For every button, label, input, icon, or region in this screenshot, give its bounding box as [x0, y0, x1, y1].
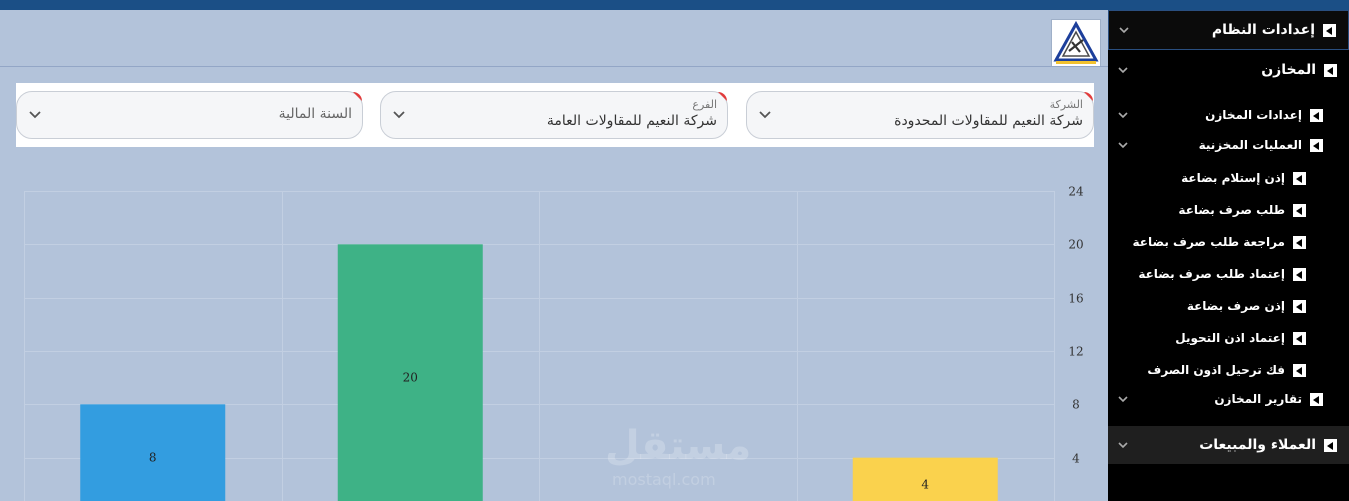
required-marker — [718, 92, 727, 101]
header-divider — [0, 66, 1108, 67]
company-select[interactable]: الشركة شركة النعيم للمقاولات المحدودة — [746, 91, 1094, 139]
company-select-label: الشركة — [1049, 98, 1083, 111]
chevron-down-icon[interactable] — [1118, 394, 1128, 404]
caret-left-icon — [1293, 171, 1306, 185]
sidebar-item-4[interactable]: إذن إستلام بضاعة — [1108, 162, 1349, 194]
sidebar-nav: إعدادات النظام المخازن إعدادات المخازن العم… — [1108, 10, 1349, 501]
bar-value-label: 4 — [921, 477, 929, 491]
sidebar-item-label: إعتماد اذن التحويل — [1175, 331, 1285, 345]
sidebar-item-label: إعتماد طلب صرف بضاعة — [1138, 267, 1285, 281]
branch-select-label: الفرع — [692, 98, 717, 111]
y-tick-label: 24 — [1068, 185, 1084, 199]
sidebar-item-label: إذن إستلام بضاعة — [1181, 171, 1285, 185]
chevron-down-icon[interactable] — [1118, 140, 1128, 150]
sidebar-item-8[interactable]: إذن صرف بضاعة — [1108, 290, 1349, 322]
chevron-down-icon[interactable] — [1119, 25, 1129, 35]
watermark-text: مستقل — [605, 423, 752, 469]
sidebar-item-label: العملاء والمبيعات — [1199, 437, 1316, 453]
caret-left-icon — [1323, 23, 1336, 37]
sidebar-item-3[interactable]: العمليات المخزنية — [1108, 132, 1349, 158]
sidebar-item-label: العمليات المخزنية — [1198, 138, 1302, 152]
sidebar-item-label: إعدادات المخازن — [1205, 108, 1302, 122]
sidebar-item-6[interactable]: مراجعة طلب صرف بضاعة — [1108, 226, 1349, 258]
caret-left-icon — [1310, 392, 1323, 406]
caret-left-icon — [1310, 108, 1323, 122]
sidebar-item-label: إذن صرف بضاعة — [1186, 299, 1285, 313]
bar-chart: 4 8 12 16 20 24 8 20 4 — [24, 181, 1084, 501]
chevron-down-icon — [759, 111, 771, 119]
filters-bar: الشركة شركة النعيم للمقاولات المحدودة ال… — [16, 83, 1094, 147]
sidebar-item-label: إعدادات النظام — [1211, 22, 1315, 38]
chevron-down-icon — [393, 111, 405, 119]
required-marker — [1084, 92, 1093, 101]
sidebar-item-12[interactable]: العملاء والمبيعات — [1108, 426, 1349, 464]
sidebar-item-10[interactable]: فك ترحيل اذون الصرف — [1108, 354, 1349, 386]
y-tick-label: 4 — [1072, 452, 1080, 466]
caret-left-icon — [1293, 363, 1306, 377]
sidebar-item-2[interactable]: إعدادات المخازن — [1108, 102, 1349, 128]
y-tick-label: 16 — [1068, 292, 1083, 306]
watermark-subtext: mostaql.com — [612, 470, 716, 489]
sidebar-item-0[interactable]: إعدادات النظام — [1108, 10, 1349, 50]
bar-value-label: 8 — [149, 451, 157, 465]
sidebar-item-11[interactable]: تقارير المخازن — [1108, 386, 1349, 412]
top-bar — [0, 0, 1349, 10]
caret-left-icon — [1293, 331, 1306, 345]
caret-left-icon — [1324, 438, 1337, 452]
sidebar-item-1[interactable]: المخازن — [1108, 50, 1349, 90]
y-tick-label: 12 — [1068, 345, 1083, 359]
sidebar-item-7[interactable]: إعتماد طلب صرف بضاعة — [1108, 258, 1349, 290]
caret-left-icon — [1293, 235, 1306, 249]
sidebar-item-5[interactable]: طلب صرف بضاعة — [1108, 194, 1349, 226]
company-select-value: شركة النعيم للمقاولات المحدودة — [894, 113, 1083, 129]
caret-left-icon — [1293, 203, 1306, 217]
caret-left-icon — [1324, 63, 1337, 77]
y-tick-label: 8 — [1072, 398, 1080, 412]
caret-left-icon — [1293, 299, 1306, 313]
chevron-down-icon[interactable] — [1118, 65, 1128, 75]
caret-left-icon — [1310, 138, 1323, 152]
fiscal-year-select[interactable]: السنة المالية — [16, 91, 363, 139]
sidebar-item-label: المخازن — [1261, 62, 1316, 78]
sidebar-item-label: طلب صرف بضاعة — [1178, 203, 1285, 217]
sidebar-item-9[interactable]: إعتماد اذن التحويل — [1108, 322, 1349, 354]
sidebar-item-label: مراجعة طلب صرف بضاعة — [1132, 235, 1285, 249]
caret-left-icon — [1293, 267, 1306, 281]
company-logo — [1051, 19, 1101, 67]
y-tick-label: 20 — [1068, 238, 1083, 252]
bar-value-label: 20 — [403, 371, 418, 385]
fiscal-year-placeholder: السنة المالية — [278, 106, 352, 122]
required-marker — [353, 92, 362, 101]
bar-chart-svg: 4 8 12 16 20 24 8 20 4 — [24, 185, 1084, 501]
sidebar-item-label: فك ترحيل اذون الصرف — [1147, 363, 1285, 377]
chevron-down-icon — [29, 111, 41, 119]
chevron-down-icon[interactable] — [1118, 440, 1128, 450]
sidebar-item-label: تقارير المخازن — [1214, 392, 1302, 406]
branch-select[interactable]: الفرع شركة النعيم للمقاولات العامة — [380, 91, 728, 139]
branch-select-value: شركة النعيم للمقاولات العامة — [546, 113, 717, 129]
chevron-down-icon[interactable] — [1118, 110, 1128, 120]
